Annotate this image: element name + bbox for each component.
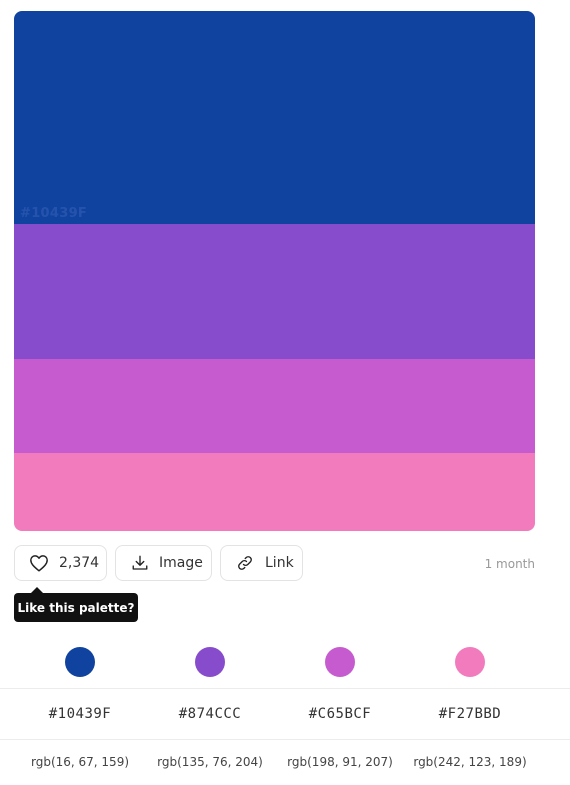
palette-preview: #10439F [14, 11, 535, 531]
hex-codes-row: #10439F #874CCC #C65BCF #F27BBD [0, 688, 570, 740]
color-dot-4[interactable] [455, 647, 485, 677]
swatch-hex-label: #10439F [20, 206, 88, 221]
color-dot-3[interactable] [325, 647, 355, 677]
posted-time: 1 month [484, 557, 535, 571]
like-button[interactable]: 2,374 [14, 545, 107, 581]
like-tooltip: Like this palette? [14, 587, 138, 622]
rgb-codes-row: rgb(16, 67, 159) rgb(135, 76, 204) rgb(1… [0, 740, 570, 785]
color-dots [0, 647, 570, 679]
hex-code-1[interactable]: #10439F [15, 689, 145, 739]
like-count: 2,374 [59, 555, 100, 571]
hex-code-3[interactable]: #C65BCF [275, 689, 405, 739]
rgb-code-4[interactable]: rgb(242, 123, 189) [405, 740, 535, 785]
hex-code-4[interactable]: #F27BBD [405, 689, 535, 739]
image-label: Image [159, 555, 203, 571]
rgb-code-3[interactable]: rgb(198, 91, 207) [275, 740, 405, 785]
copy-link-button[interactable]: Link [220, 545, 303, 581]
rgb-code-2[interactable]: rgb(135, 76, 204) [145, 740, 275, 785]
rgb-code-1[interactable]: rgb(16, 67, 159) [15, 740, 145, 785]
swatch-3[interactable] [14, 359, 535, 453]
download-icon [131, 554, 149, 572]
hex-code-2[interactable]: #874CCC [145, 689, 275, 739]
download-image-button[interactable]: Image [115, 545, 212, 581]
swatch-2[interactable] [14, 224, 535, 359]
swatch-1[interactable]: #10439F [14, 11, 535, 224]
heart-icon [29, 554, 49, 572]
link-icon [235, 554, 255, 572]
color-dot-2[interactable] [195, 647, 225, 677]
color-dot-1[interactable] [65, 647, 95, 677]
link-label: Link [265, 555, 294, 571]
swatch-4[interactable] [14, 453, 535, 531]
palette-actions: 2,374 Image Link 1 month [14, 545, 535, 583]
